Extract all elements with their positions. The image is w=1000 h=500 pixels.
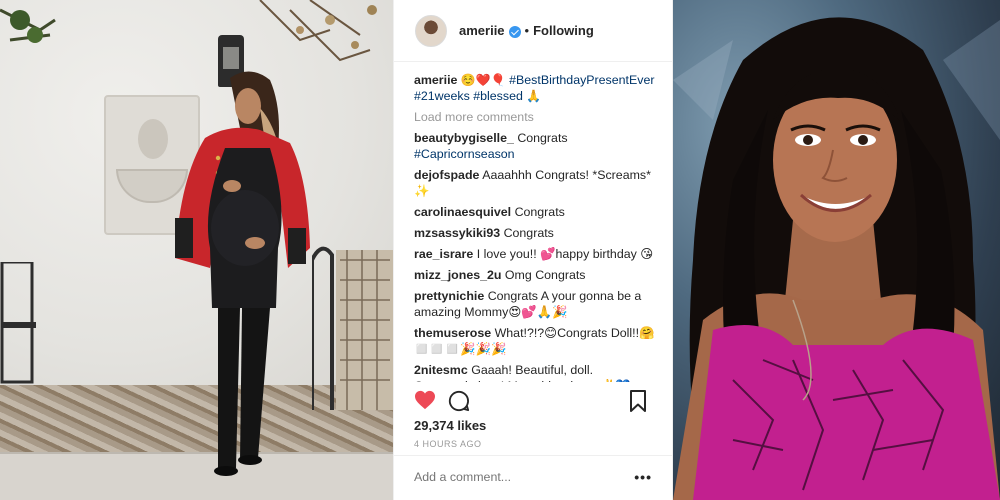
post-photo-left — [0, 0, 393, 500]
comment-username[interactable]: mzsassykiki93 — [414, 226, 500, 240]
comment-username[interactable]: prettynichie — [414, 289, 484, 303]
instagram-post-panel: ameriie • Following ameriie ☺️❤️🎈 #BestB… — [393, 0, 674, 500]
list-item: beautybygiselle_ Congrats #Capricornseas… — [414, 130, 662, 162]
iron-gate — [312, 246, 393, 410]
add-comment-input[interactable] — [414, 470, 614, 484]
hashtag-link[interactable]: #21weeks — [414, 89, 470, 103]
caption-username[interactable]: ameriie — [414, 73, 457, 87]
following-button[interactable]: Following — [533, 23, 594, 38]
hashtag-link[interactable]: #blessed — [473, 89, 523, 103]
comment-username[interactable]: themuserose — [414, 326, 491, 340]
comment-username[interactable]: carolinaesquivel — [414, 205, 511, 219]
list-item: prettynichie Congrats A your gonna be a … — [414, 288, 662, 320]
comment-icon[interactable] — [448, 390, 470, 412]
pregnant-woman-red-jacket — [175, 71, 310, 476]
add-comment-bar: ••• — [394, 455, 674, 500]
bookmark-icon[interactable] — [630, 390, 646, 412]
likes-count[interactable]: 29,374 likes — [414, 418, 486, 433]
comments-list: ameriie ☺️❤️🎈 #BestBirthdayPresentEver #… — [414, 72, 662, 382]
list-item: 2nitesmc Gaaah! Beautiful, doll. Congrat… — [414, 362, 662, 382]
comment-username[interactable]: rae_israre — [414, 247, 473, 261]
hashtag-link[interactable]: #BestBirthdayPresentEver — [509, 73, 654, 87]
comment-text: Congrats — [503, 226, 554, 240]
portrait-photo-right — [673, 0, 1000, 500]
chair — [0, 262, 36, 384]
comment-username[interactable]: dejofspade — [414, 168, 479, 182]
comment-text: Congrats — [517, 131, 568, 145]
comment-text: Omg Congrats — [504, 268, 586, 282]
comment-text: Congrats — [514, 205, 565, 219]
post-caption: ameriie ☺️❤️🎈 #BestBirthdayPresentEver #… — [414, 72, 662, 104]
post-username[interactable]: ameriie — [459, 23, 505, 38]
post-timestamp: 4 HOURS AGO — [414, 439, 482, 449]
comment-username[interactable]: 2nitesmc — [414, 363, 468, 377]
avatar[interactable] — [415, 14, 447, 47]
hashtag-link[interactable]: #Capricornseason — [414, 147, 515, 161]
caption-tail-emoji: 🙏 — [526, 89, 542, 103]
list-item: rae_israre I love you!! 💕happy birthday … — [414, 246, 662, 262]
more-options-icon[interactable]: ••• — [634, 469, 652, 485]
list-item: dejofspade Aaaahhh Congrats! *Screams* ✨ — [414, 167, 662, 199]
comment-username[interactable]: mizz_jones_2u — [414, 268, 501, 282]
heart-icon[interactable] — [414, 390, 436, 410]
list-item: carolinaesquivel Congrats — [414, 204, 662, 220]
comment-username[interactable]: beautybygiselle_ — [414, 131, 514, 145]
list-item: mizz_jones_2u Omg Congrats — [414, 267, 662, 283]
smiling-woman-portrait — [673, 17, 1000, 500]
list-item: mzsassykiki93 Congrats — [414, 225, 662, 241]
action-bar — [414, 388, 662, 414]
caption-emoji: ☺️❤️🎈 — [460, 73, 506, 87]
comment-text: I love you!! 💕happy birthday 😘 — [476, 247, 654, 261]
list-item: themuserose What!?!?😊Congrats Doll!!🤗 ◻️… — [414, 325, 662, 357]
verified-badge-icon — [508, 25, 521, 38]
load-more-comments-link[interactable]: Load more comments — [414, 109, 662, 125]
post-header: ameriie • Following — [394, 0, 674, 62]
header-separator: • — [524, 23, 530, 38]
